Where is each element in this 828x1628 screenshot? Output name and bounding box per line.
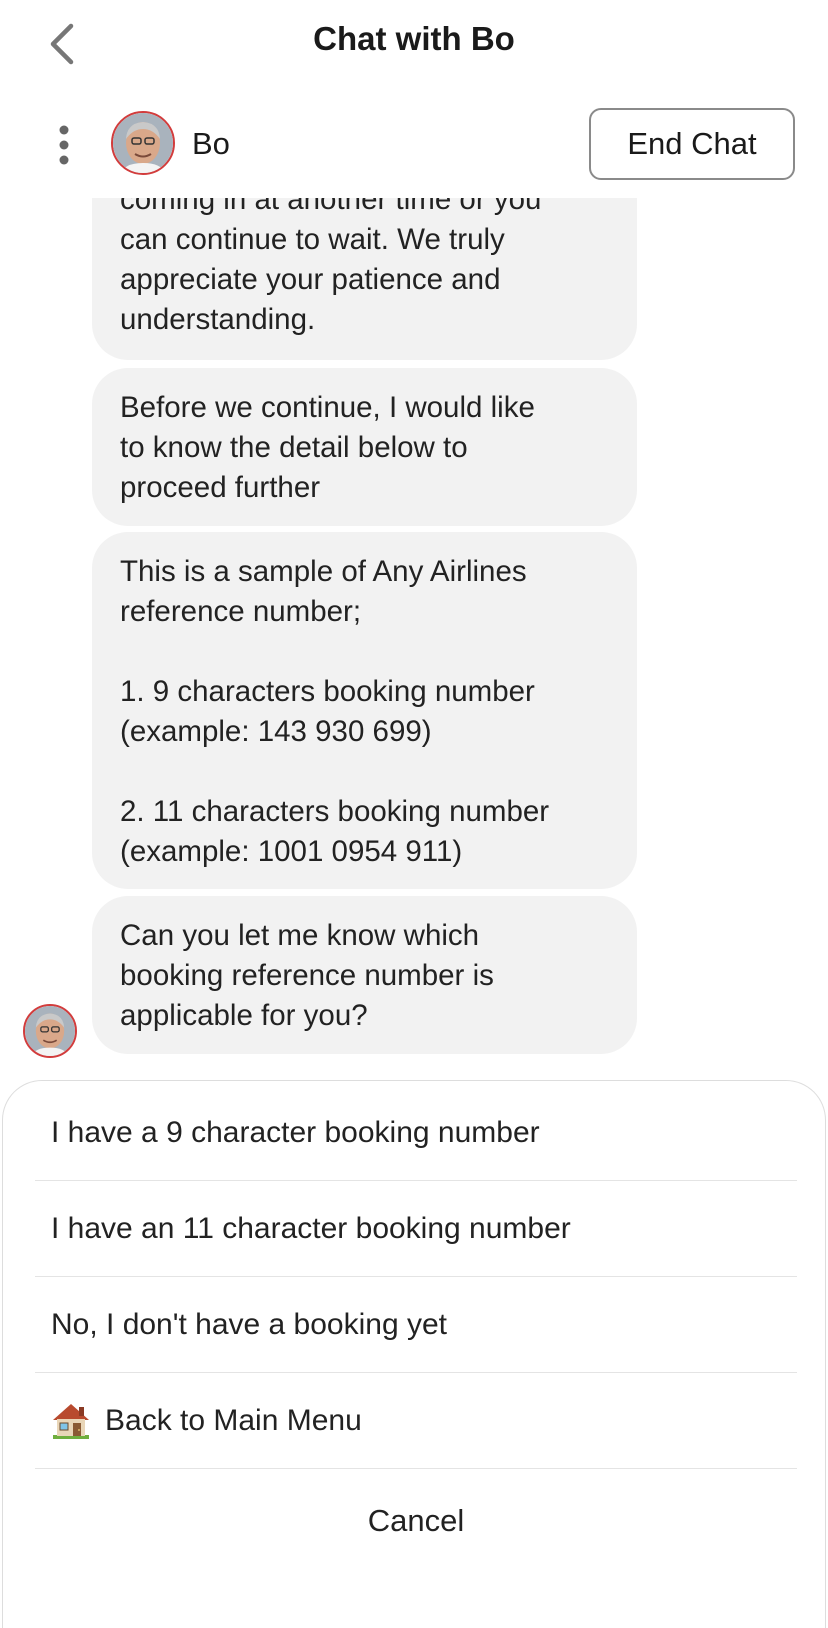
top-bar: Chat with Bo bbox=[0, 0, 828, 92]
agent-face-icon bbox=[25, 1006, 75, 1056]
quick-reply-label: I have an 11 character booking number bbox=[51, 1211, 571, 1245]
quick-reply-label: Back to Main Menu bbox=[105, 1403, 362, 1437]
kebab-menu-icon bbox=[59, 125, 69, 165]
quick-reply-label: No, I don't have a booking yet bbox=[51, 1307, 447, 1341]
message-text: Can you let me know which booking refere… bbox=[120, 919, 494, 1032]
agent-face-icon bbox=[113, 113, 173, 173]
quick-reply-11-character[interactable]: I have an 11 character booking number bbox=[35, 1181, 797, 1277]
quick-reply-main-menu[interactable]: Back to Main Menu bbox=[35, 1373, 797, 1469]
agent-name: Bo bbox=[192, 126, 230, 161]
message-text: coming in at another time or you can con… bbox=[120, 198, 542, 336]
message-bubble: Before we continue, I would like to know… bbox=[92, 368, 637, 526]
message-text: Before we continue, I would like to know… bbox=[120, 391, 535, 504]
message-text: This is a sample of Any Airlines referen… bbox=[120, 555, 550, 868]
message-avatar bbox=[23, 1004, 77, 1058]
page-title: Chat with Bo bbox=[313, 20, 515, 57]
message-list[interactable]: coming in at another time or you can con… bbox=[0, 198, 828, 1068]
cancel-button[interactable]: Cancel bbox=[35, 1481, 797, 1561]
quick-reply-sheet: I have a 9 character booking number I ha… bbox=[2, 1080, 826, 1628]
quick-reply-9-character[interactable]: I have a 9 character booking number bbox=[35, 1085, 797, 1181]
quick-reply-label: I have a 9 character booking number bbox=[51, 1115, 540, 1149]
house-icon bbox=[53, 1403, 89, 1439]
quick-reply-no-booking[interactable]: No, I don't have a booking yet bbox=[35, 1277, 797, 1373]
agent-avatar bbox=[111, 111, 175, 175]
message-bubble: This is a sample of Any Airlines referen… bbox=[92, 532, 637, 889]
agent-bar: Bo End Chat bbox=[0, 100, 828, 198]
end-chat-button[interactable]: End Chat bbox=[589, 108, 795, 180]
more-options-button[interactable] bbox=[44, 120, 84, 170]
message-bubble: coming in at another time or you can con… bbox=[92, 198, 637, 360]
message-bubble: Can you let me know which booking refere… bbox=[92, 896, 637, 1054]
